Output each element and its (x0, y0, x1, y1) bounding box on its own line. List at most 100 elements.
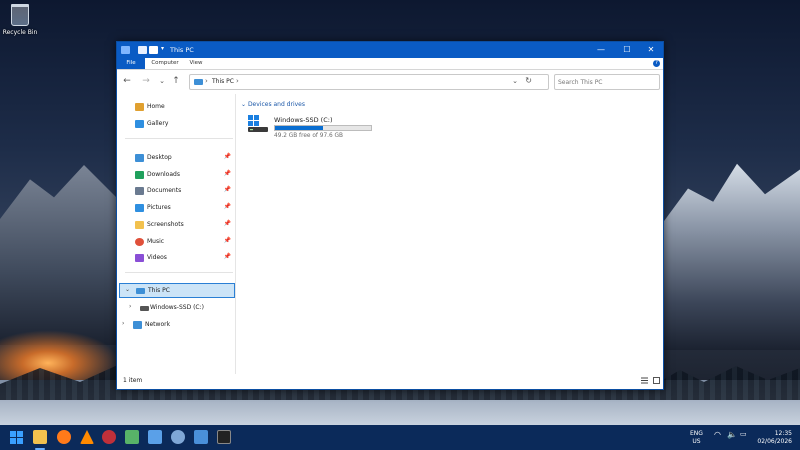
maximize-button[interactable]: ☐ (614, 42, 640, 58)
sidebar-divider (125, 272, 233, 273)
chevron-right-icon[interactable]: › (122, 320, 124, 327)
recycle-bin-label: Recycle Bin (2, 29, 38, 36)
quick-access-dropdown-icon[interactable]: ▾ (161, 45, 164, 52)
file-explorer-icon[interactable] (33, 430, 47, 444)
this-pc-icon (136, 288, 145, 294)
sidebar-item-network[interactable]: › Network (117, 318, 235, 333)
recycle-bin-shortcut[interactable]: Recycle Bin (2, 4, 38, 36)
notepad-icon[interactable] (125, 430, 139, 444)
sidebar-item-label: This PC (148, 287, 170, 294)
network-icon (133, 321, 142, 329)
sidebar-item-windows-ssd[interactable]: › Windows-SSD (C:) (117, 301, 235, 316)
videos-icon (135, 254, 144, 262)
help-icon[interactable]: ? (653, 60, 660, 67)
tab-view[interactable]: View (185, 58, 207, 69)
wifi-icon[interactable]: ◠ (714, 430, 721, 439)
refresh-icon[interactable]: ↻ (525, 76, 532, 85)
sidebar-item-label: Documents (147, 187, 182, 194)
document-icon[interactable] (148, 430, 162, 444)
breadcrumb-separator[interactable]: › (236, 77, 239, 85)
new-folder-icon[interactable] (149, 46, 158, 54)
forward-button[interactable]: → (140, 75, 152, 87)
volume-icon[interactable]: 🔈 (727, 430, 737, 439)
sidebar-item-label: Screenshots (147, 221, 184, 228)
language-indicator[interactable]: ENG US (690, 430, 703, 446)
vlc-icon[interactable] (80, 430, 94, 444)
sidebar-item-documents[interactable]: Documents 📌 (117, 184, 235, 199)
pin-icon[interactable]: 📌 (224, 170, 231, 177)
ribbon-tabs: File Computer View ? (117, 58, 663, 70)
item-count: 1 item (123, 377, 143, 384)
minimize-button[interactable]: — (588, 42, 614, 58)
terminal-icon[interactable] (217, 430, 231, 444)
sidebar-item-pictures[interactable]: Pictures 📌 (117, 201, 235, 216)
sidebar-item-music[interactable]: Music 📌 (117, 235, 235, 250)
properties-icon[interactable] (138, 46, 147, 54)
address-dropdown-icon[interactable]: ⌄ (512, 77, 518, 85)
drive-free-space: 49.2 GB free of 97.6 GB (274, 133, 343, 139)
drive-item-c[interactable]: Windows-SSD (C:) 49.2 GB free of 97.6 GB (247, 114, 377, 142)
pin-icon[interactable]: 📌 (224, 220, 231, 227)
sidebar-item-screenshots[interactable]: Screenshots 📌 (117, 218, 235, 233)
tab-file[interactable]: File (117, 58, 145, 69)
pin-icon[interactable]: 📌 (224, 237, 231, 244)
sidebar-item-label: Pictures (147, 204, 171, 211)
title-bar[interactable]: ▾ This PC — ☐ ✕ (117, 42, 663, 58)
breadcrumb-separator[interactable]: › (205, 77, 208, 85)
firefox-icon[interactable] (57, 430, 71, 444)
settings-icon[interactable] (171, 430, 185, 444)
chevron-down-icon[interactable]: ⌄ (125, 286, 130, 293)
this-pc-icon (194, 79, 203, 85)
battery-icon[interactable]: ▭ (740, 430, 747, 438)
documents-icon (135, 187, 144, 195)
download-icon (135, 171, 144, 179)
pin-icon[interactable]: 📌 (224, 253, 231, 260)
file-explorer-window: ▾ This PC — ☐ ✕ File Computer View ? ← →… (116, 41, 664, 390)
sidebar-item-label: Music (147, 238, 165, 245)
back-button[interactable]: ← (121, 75, 133, 87)
search-box[interactable] (554, 74, 660, 90)
clock-time: 12:35 (774, 430, 792, 437)
music-icon (135, 238, 144, 246)
search-input[interactable] (558, 77, 654, 87)
taskbar: ENG US ◠ 🔈 ▭ 12:35 02/06/2026 (0, 425, 800, 450)
remote-desktop-icon[interactable] (194, 430, 208, 444)
up-button[interactable]: ↑ (170, 75, 182, 87)
file-view: ⌄ Devices and drives Windows-SSD (C:) 49… (237, 94, 663, 374)
sidebar-item-label: Windows-SSD (C:) (150, 304, 204, 311)
status-bar: 1 item (117, 373, 663, 389)
pin-icon[interactable]: 📌 (224, 153, 231, 160)
desktop-icon (135, 154, 144, 162)
sidebar-item-label: Downloads (147, 171, 180, 178)
sidebar-item-label: Videos (147, 254, 167, 261)
sidebar-item-downloads[interactable]: Downloads 📌 (117, 168, 235, 183)
drive-name: Windows-SSD (C:) (274, 116, 333, 124)
start-icon[interactable] (10, 431, 23, 444)
sidebar-item-this-pc[interactable]: ⌄ This PC (119, 283, 235, 298)
address-bar[interactable]: › This PC › ⌄ ↻ (189, 74, 549, 90)
home-icon (135, 103, 144, 111)
navigation-pane: Home Gallery Desktop 📌 Downloads 📌 Docum… (117, 94, 236, 374)
tab-computer[interactable]: Computer (149, 58, 181, 69)
close-button[interactable]: ✕ (638, 42, 664, 58)
pin-icon[interactable]: 📌 (224, 186, 231, 193)
app-red-icon[interactable] (102, 430, 116, 444)
pin-icon[interactable]: 📌 (224, 203, 231, 210)
gallery-icon (135, 120, 144, 128)
chevron-right-icon[interactable]: › (129, 303, 131, 310)
sidebar-item-desktop[interactable]: Desktop 📌 (117, 151, 235, 166)
window-menu-icon[interactable] (121, 46, 130, 54)
pictures-icon (135, 204, 144, 212)
sidebar-item-videos[interactable]: Videos 📌 (117, 251, 235, 266)
large-icons-view-icon[interactable] (653, 377, 660, 384)
recent-locations-button[interactable]: ⌄ (156, 75, 168, 87)
clock[interactable]: 12:35 02/06/2026 (754, 430, 792, 446)
keyboard-layout: US (692, 438, 701, 445)
language-code: ENG (690, 430, 703, 437)
breadcrumb-this-pc[interactable]: This PC (212, 78, 234, 85)
group-header-devices[interactable]: ⌄ Devices and drives (241, 101, 305, 108)
details-view-icon[interactable] (641, 377, 648, 384)
sidebar-item-gallery[interactable]: Gallery (117, 117, 235, 132)
sidebar-item-home[interactable]: Home (117, 100, 235, 115)
wallpaper-mountain-left (0, 165, 120, 345)
